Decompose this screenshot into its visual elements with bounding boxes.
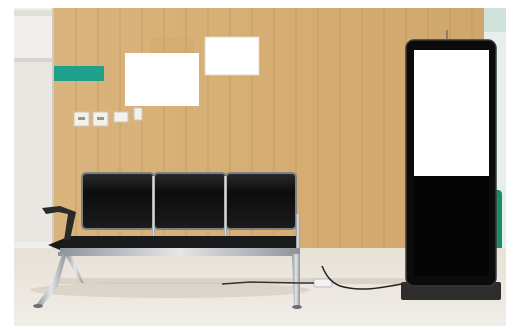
seat-back-1 — [81, 172, 155, 230]
teal-sign — [54, 66, 104, 81]
blank-wall-frame-left — [125, 53, 199, 106]
seat-back-3 — [225, 172, 297, 230]
digital-signage-kiosk — [401, 30, 501, 300]
waiting-area-photo — [0, 0, 514, 335]
blank-wall-frame-right — [204, 36, 260, 76]
seat-cushions — [48, 236, 300, 250]
seat-back-2 — [153, 172, 227, 230]
kiosk-screen — [414, 50, 489, 176]
